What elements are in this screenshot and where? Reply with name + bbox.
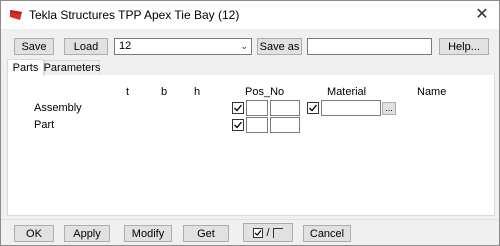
checked-box-icon bbox=[253, 227, 264, 238]
header-t: t bbox=[126, 86, 130, 98]
parts-panel: t b h Pos_No Material Name Assembly ... … bbox=[7, 75, 495, 216]
assembly-start-number-field[interactable] bbox=[270, 100, 300, 116]
checkmark-icon bbox=[234, 121, 243, 129]
close-icon: ✕ bbox=[475, 6, 489, 23]
attribute-set-combo[interactable]: 12 ⌄ bbox=[114, 38, 252, 55]
row-label-assembly: Assembly bbox=[34, 102, 82, 114]
window-title: Tekla Structures TPP Apex Tie Bay (12) bbox=[29, 8, 240, 22]
part-start-number-field[interactable] bbox=[270, 117, 300, 133]
get-button[interactable]: Get bbox=[183, 225, 229, 242]
row-label-part: Part bbox=[34, 119, 55, 131]
cancel-button[interactable]: Cancel bbox=[303, 225, 351, 242]
modify-button[interactable]: Modify bbox=[124, 225, 172, 242]
ok-button[interactable]: OK bbox=[14, 225, 54, 242]
toggle-separator: / bbox=[266, 226, 270, 239]
tekla-logo-icon bbox=[10, 10, 22, 20]
close-button[interactable]: ✕ bbox=[469, 3, 495, 25]
save-as-button[interactable]: Save as bbox=[257, 38, 302, 55]
header-material: Material bbox=[327, 86, 367, 98]
save-as-input[interactable] bbox=[307, 38, 432, 55]
help-button[interactable]: Help... bbox=[439, 38, 489, 55]
unchecked-box-icon bbox=[272, 227, 283, 238]
apply-button[interactable]: Apply bbox=[64, 225, 110, 242]
assembly-material-checkbox[interactable] bbox=[307, 102, 319, 114]
checkmark-icon bbox=[234, 104, 243, 112]
checkmark-icon bbox=[309, 104, 318, 112]
material-browse-button[interactable]: ... bbox=[382, 102, 396, 115]
attribute-set-value: 12 bbox=[119, 40, 132, 52]
header-h: h bbox=[194, 86, 201, 98]
save-button[interactable]: Save bbox=[14, 38, 54, 55]
header-b: b bbox=[161, 86, 168, 98]
header-name: Name bbox=[417, 86, 447, 98]
tab-parts[interactable]: Parts bbox=[7, 59, 44, 77]
assembly-prefix-field[interactable] bbox=[246, 100, 268, 116]
part-pos-checkbox[interactable] bbox=[232, 119, 244, 131]
toggle-all-button[interactable]: / bbox=[243, 223, 293, 242]
footer-separator bbox=[1, 219, 499, 220]
assembly-pos-checkbox[interactable] bbox=[232, 102, 244, 114]
part-prefix-field[interactable] bbox=[246, 117, 268, 133]
title-bar: Tekla Structures TPP Apex Tie Bay (12) ✕ bbox=[1, 1, 499, 29]
header-pos-no: Pos_No bbox=[245, 86, 285, 98]
load-button[interactable]: Load bbox=[64, 38, 108, 55]
chevron-down-icon: ⌄ bbox=[240, 41, 248, 51]
tab-parameters[interactable]: Parameters bbox=[44, 60, 100, 76]
dialog-window: Tekla Structures TPP Apex Tie Bay (12) ✕… bbox=[0, 0, 500, 246]
assembly-material-field[interactable] bbox=[321, 100, 381, 116]
